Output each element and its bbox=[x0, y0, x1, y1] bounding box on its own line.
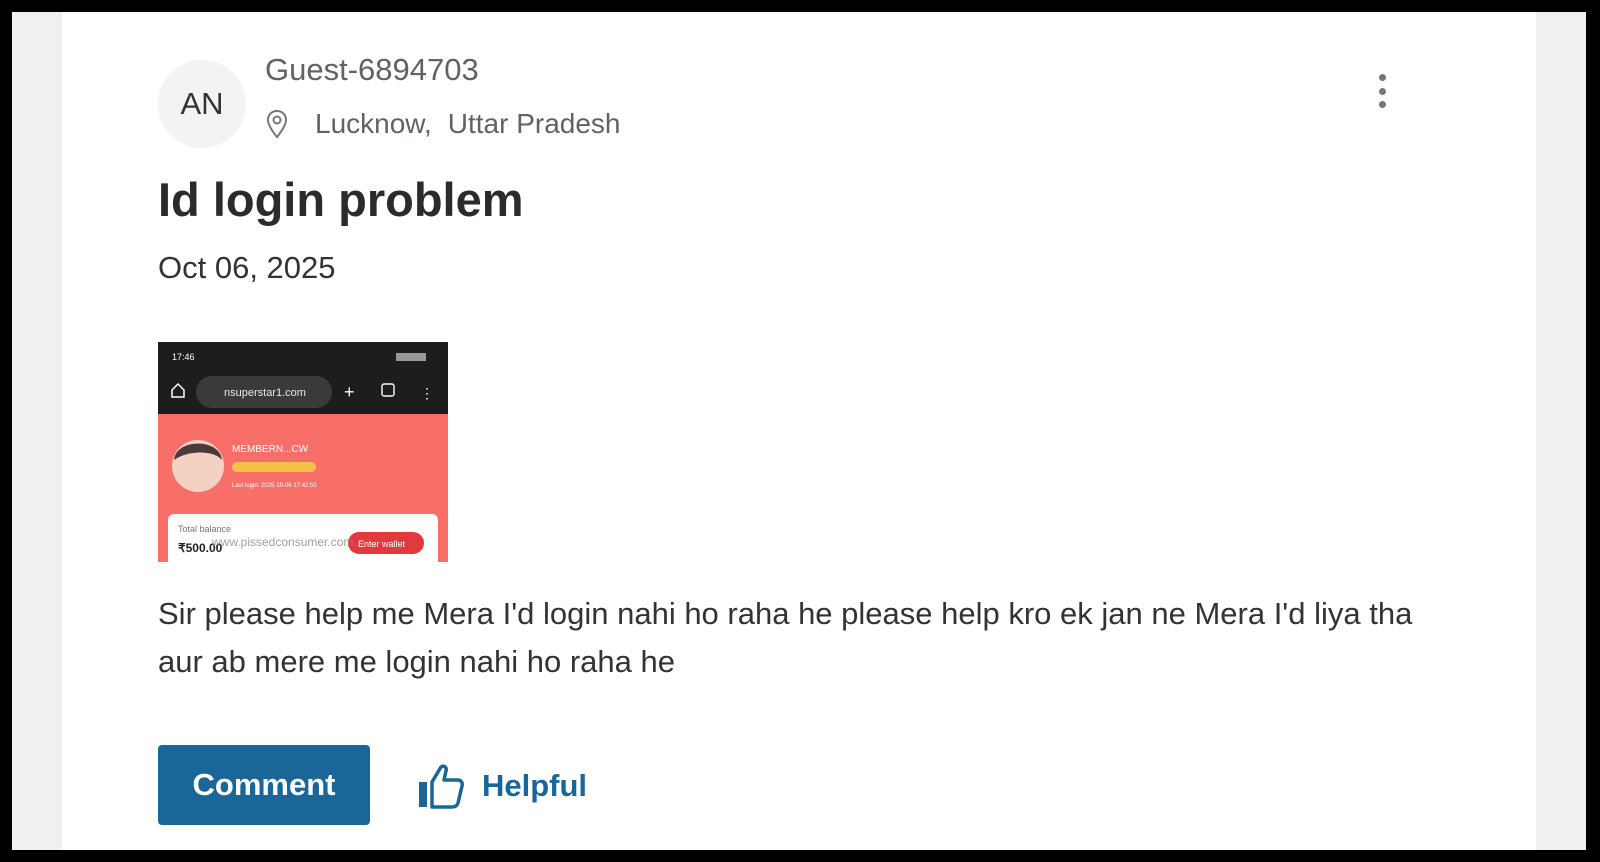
page-frame: AN Guest-6894703 Lucknow, Uttar Pradesh … bbox=[12, 12, 1586, 850]
review-text: Sir please help me Mera I'd login nahi h… bbox=[158, 596, 1413, 679]
avatar: AN bbox=[158, 60, 246, 148]
username[interactable]: Guest-6894703 bbox=[265, 52, 479, 88]
watermark: www.pissedconsumer.com bbox=[211, 535, 353, 549]
location-pin-icon bbox=[266, 109, 288, 139]
location-state: Uttar Pradesh bbox=[447, 108, 621, 139]
helpful-button[interactable]: Helpful bbox=[416, 756, 587, 816]
more-options-button[interactable] bbox=[1368, 74, 1396, 108]
thumbs-up-icon bbox=[419, 764, 464, 809]
balance-label: Total balance bbox=[178, 524, 231, 534]
more-vertical-icon bbox=[1378, 74, 1386, 81]
avatar-initials: AN bbox=[180, 86, 224, 121]
last-login: Last login: 2025-10-06 17:42:50 bbox=[232, 483, 317, 489]
review-date: Oct 06, 2025 bbox=[158, 250, 336, 285]
review-title: Id login problem bbox=[158, 173, 524, 226]
review-card: AN Guest-6894703 Lucknow, Uttar Pradesh … bbox=[62, 12, 1536, 850]
status-time: 17:46 bbox=[172, 352, 195, 362]
comment-button-label: Comment bbox=[192, 767, 336, 802]
url-text: nsuperstar1.com bbox=[224, 387, 306, 399]
new-tab-icon: + bbox=[344, 382, 355, 402]
helpful-label: Helpful bbox=[482, 768, 588, 803]
member-label: MEMBERN...CW bbox=[232, 444, 309, 455]
browser-menu-icon: ⋮ bbox=[420, 385, 434, 401]
comment-button[interactable]: Comment bbox=[158, 745, 370, 825]
attachment-thumbnail[interactable]: 17:46 nsuperstar1.com + ⋮ MEMBERN...CW L… bbox=[158, 342, 448, 562]
location: Lucknow, Uttar Pradesh bbox=[265, 108, 621, 140]
wallet-button-label: Enter wallet bbox=[358, 539, 406, 549]
location-city: Lucknow, bbox=[315, 108, 432, 139]
